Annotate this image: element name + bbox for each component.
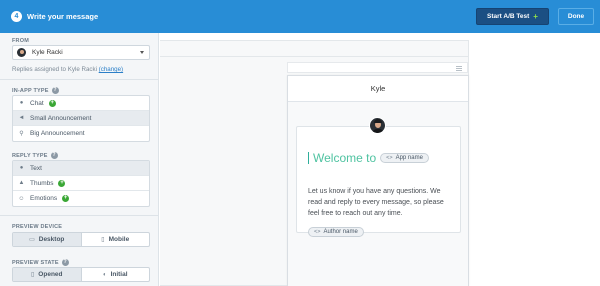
app-name-variable-pill[interactable]: <> App name [380, 153, 429, 163]
plus-icon: + [533, 11, 538, 21]
avatar [369, 117, 386, 134]
spinner-icon: ◐ [102, 271, 107, 278]
top-bar: 4 Write your message Start A/B Test + Do… [0, 0, 600, 33]
reply-type-section-label: REPLY TYPE ? [12, 152, 58, 159]
mock-search-bar [287, 62, 468, 73]
plus-icon: + [48, 99, 56, 107]
plus-icon: + [58, 179, 66, 187]
mobile-button[interactable]: ▯ Mobile [82, 233, 150, 246]
desktop-button[interactable]: ▭ Desktop [13, 233, 82, 246]
step-number-badge: 4 [11, 11, 22, 22]
preview-device-label: PREVIEW DEVICE [12, 224, 63, 230]
help-icon[interactable]: ? [61, 259, 69, 266]
initial-button[interactable]: ◐ Initial [82, 268, 150, 281]
opened-button[interactable]: ▯ Opened [13, 268, 82, 281]
from-label: FROM [12, 38, 29, 44]
help-icon[interactable]: ? [51, 87, 59, 94]
preview-state-label: PREVIEW STATE [12, 259, 59, 266]
from-selected-name: Kyle Racki [32, 49, 63, 56]
option-label: Chat [30, 99, 44, 107]
author-name-variable-pill[interactable]: <> Author name [308, 227, 364, 237]
preview-area: Kyle Welcome to <> App name Let us know … [160, 33, 600, 286]
avatar [17, 48, 26, 57]
help-icon[interactable]: ? [50, 152, 58, 159]
opened-label: Opened [38, 271, 63, 278]
message-body[interactable]: Let us know if you have any questions. W… [308, 186, 456, 219]
in-app-type-options: ● Chat + ◄ Small Announcement ⚲ Big Anno… [12, 95, 150, 142]
option-label: Big Announcement [30, 130, 85, 137]
change-link[interactable]: (change) [99, 66, 123, 73]
preview-device-section-label: PREVIEW DEVICE [12, 224, 62, 230]
option-label: Emotions [30, 195, 58, 202]
message-card: Welcome to <> App name Let us know if yo… [296, 126, 461, 237]
option-label: Small Announcement [30, 114, 92, 122]
preview-device-toggle: ▭ Desktop ▯ Mobile [12, 232, 150, 247]
preview-state-section-label: PREVIEW STATE ? [12, 259, 69, 266]
text-cursor [308, 152, 309, 164]
thumbs-up-icon: ▲ [18, 180, 25, 186]
section-divider [0, 215, 159, 216]
pin-icon: ⚲ [19, 131, 24, 137]
option-label: Thumbs [30, 179, 54, 187]
in-app-type-small-announcement[interactable]: ◄ Small Announcement [13, 111, 149, 126]
done-button[interactable]: Done [558, 8, 594, 25]
smiley-icon: ☺ [18, 195, 25, 202]
welcome-text[interactable]: Welcome to [313, 151, 376, 165]
reply-type-text[interactable]: ● Text [13, 161, 149, 176]
messenger-title: Kyle [288, 76, 468, 102]
mock-header-line [160, 56, 469, 57]
desktop-label: Desktop [38, 236, 65, 243]
section-divider [0, 79, 159, 80]
page-title: Write your message [27, 12, 99, 21]
author-name-pill-label: Author name [323, 229, 358, 235]
settings-sidebar: FROM Kyle Racki Replies assigned to Kyle… [0, 33, 159, 286]
start-ab-test-button[interactable]: Start A/B Test + [476, 8, 549, 25]
option-label: Text [30, 164, 42, 172]
replies-text: Replies assigned to Kyle Racki [12, 66, 97, 73]
from-section-label: FROM [12, 38, 29, 44]
plus-icon: + [62, 195, 70, 202]
reply-type-options: ● Text ▲ Thumbs + ☺ Emotions + [12, 160, 150, 207]
code-icon: <> [314, 229, 321, 235]
in-app-type-big-announcement[interactable]: ⚲ Big Announcement [13, 126, 149, 141]
chat-bubble-icon: ● [19, 165, 24, 171]
reply-type-emotions[interactable]: ☺ Emotions + [13, 191, 149, 206]
welcome-line[interactable]: Welcome to <> App name [308, 151, 429, 165]
chat-bubble-icon: ● [19, 100, 24, 106]
reply-type-thumbs[interactable]: ▲ Thumbs + [13, 176, 149, 191]
avatar-hair [374, 119, 382, 123]
desktop-icon: ▭ [29, 237, 35, 243]
mobile-icon: ▯ [101, 237, 105, 243]
replies-assigned-text: Replies assigned to Kyle Racki (change) [12, 66, 123, 73]
megaphone-icon: ◄ [18, 115, 25, 121]
in-app-type-label: IN-APP TYPE [12, 87, 49, 94]
document-icon: ▯ [30, 272, 35, 278]
hamburger-menu-icon [456, 66, 462, 71]
initial-label: Initial [110, 271, 128, 278]
from-select[interactable]: Kyle Racki [12, 45, 150, 60]
reply-type-label: REPLY TYPE [12, 152, 48, 159]
in-app-type-section-label: IN-APP TYPE ? [12, 87, 59, 94]
preview-state-toggle: ▯ Opened ◐ Initial [12, 267, 150, 282]
chevron-down-icon [140, 51, 144, 54]
messenger-preview: Kyle Welcome to <> App name Let us know … [287, 75, 469, 286]
ab-test-label: Start A/B Test [487, 13, 530, 20]
in-app-type-chat[interactable]: ● Chat + [13, 96, 149, 111]
mobile-label: Mobile [108, 236, 130, 243]
app-name-pill-label: App name [395, 155, 423, 161]
code-icon: <> [386, 155, 393, 161]
